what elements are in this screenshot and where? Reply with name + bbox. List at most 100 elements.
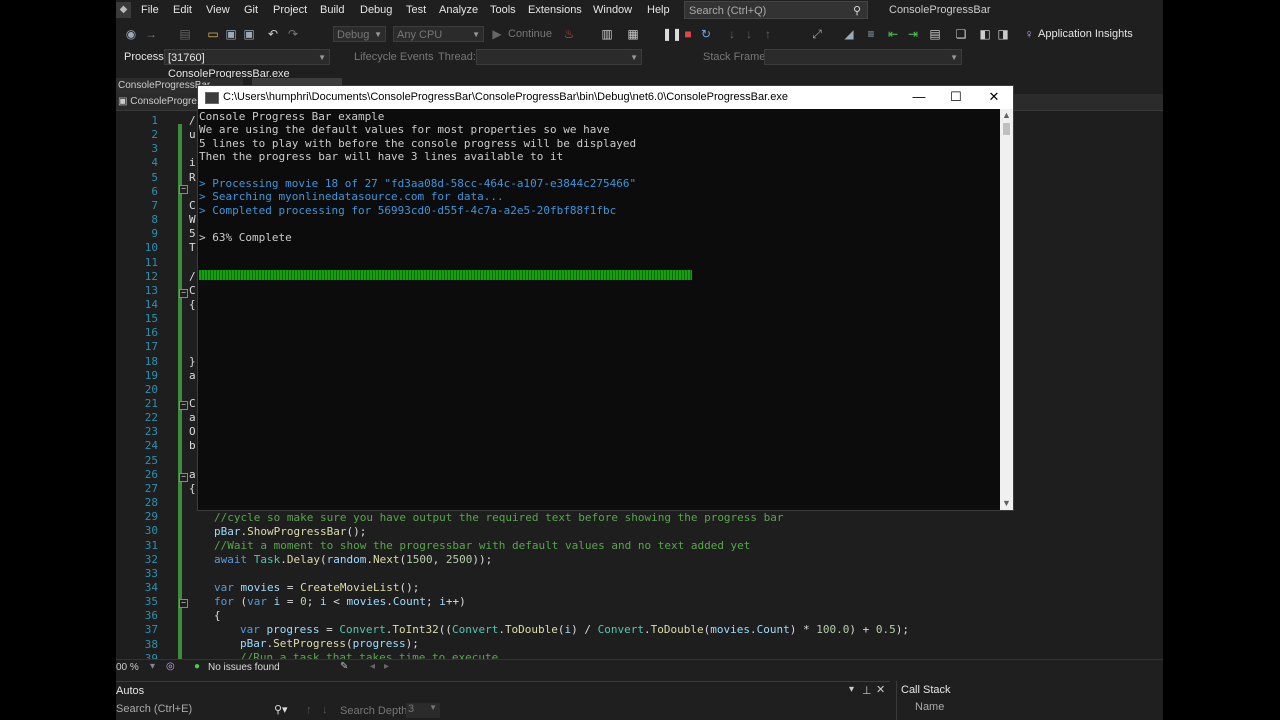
comment-icon[interactable]: ▤ <box>928 27 942 41</box>
scroll-up-icon[interactable]: ▲ <box>1000 109 1013 122</box>
fold-toggle-icon[interactable]: − <box>179 473 188 482</box>
new-item-icon[interactable]: ▤ <box>178 27 192 41</box>
stop-icon[interactable]: ■ <box>681 27 695 41</box>
comment: //cycle so make sure you have output the… <box>214 511 784 524</box>
stack-frame-dropdown[interactable]: ▼ <box>764 49 962 65</box>
forward-icon[interactable]: → <box>144 27 158 41</box>
process-dropdown[interactable]: [31760] ConsoleProgressBar.exe ▼ <box>164 49 330 80</box>
application-insights-button[interactable]: Application Insights <box>1038 28 1133 40</box>
check-circle-icon: ● <box>194 661 201 672</box>
zoom-level[interactable]: 00 % <box>116 662 139 673</box>
nav-project-dropdown[interactable]: ▣ ConsoleProgre <box>118 96 197 107</box>
brush-icon[interactable]: ✎ <box>340 661 348 672</box>
issues-status[interactable]: No issues found <box>208 662 280 673</box>
fold-toggle-icon[interactable]: − <box>179 289 188 298</box>
code-fragment: b <box>189 439 196 453</box>
menu-git[interactable]: Git <box>244 4 258 16</box>
keyword: var <box>247 595 267 608</box>
open-folder-icon[interactable]: ▭ <box>206 27 220 41</box>
call-stack-name-column[interactable]: Name <box>915 701 944 713</box>
search-input[interactable]: Search (Ctrl+Q) ⚲ <box>684 1 868 19</box>
scrollbar-thumb[interactable] <box>1003 123 1010 135</box>
menu-edit[interactable]: Edit <box>173 4 192 16</box>
console-scrollbar[interactable]: ▲ ▼ <box>1000 109 1013 510</box>
search-depth-dropdown[interactable]: 3 ▼ <box>406 703 440 718</box>
save-icon[interactable]: ▣ <box>224 27 238 41</box>
menu-window[interactable]: Window <box>593 4 632 16</box>
align-icon[interactable]: ≡ <box>864 27 878 41</box>
menu-help[interactable]: Help <box>647 4 670 16</box>
minimize-icon[interactable]: — <box>909 89 929 105</box>
outdent-icon[interactable]: ⇤ <box>886 27 900 41</box>
maximize-icon[interactable]: ☐ <box>946 89 966 105</box>
undo-icon[interactable]: ↶ <box>266 27 280 41</box>
menu-extensions[interactable]: Extensions <box>528 4 582 16</box>
line-number: 35 <box>144 595 158 609</box>
bookmark-next-icon[interactable]: ◨ <box>996 27 1010 41</box>
menu-file[interactable]: File <box>141 4 159 16</box>
chevron-down-icon[interactable]: ▾ <box>150 661 155 672</box>
configuration-dropdown[interactable]: Debug ▼ <box>333 26 386 42</box>
line-number: 25 <box>144 453 158 467</box>
fold-toggle-icon[interactable]: − <box>179 185 188 194</box>
bookmark-icon[interactable]: ❏ <box>954 27 968 41</box>
thread-dropdown[interactable]: ▼ <box>476 49 642 65</box>
search-placeholder: Search (Ctrl+Q) <box>689 5 767 17</box>
scroll-down-icon[interactable]: ▼ <box>1000 497 1013 510</box>
arrow-down-icon[interactable]: ↓ <box>322 704 328 716</box>
attach-icon[interactable]: ▥ <box>600 27 614 41</box>
menu-test[interactable]: Test <box>406 4 426 16</box>
lifecycle-events-button[interactable]: Lifecycle Events <box>354 51 433 63</box>
bookmark-prev-icon[interactable]: ◧ <box>978 27 992 41</box>
fold-toggle-icon[interactable]: − <box>179 599 188 608</box>
step-out-icon[interactable]: ↑ <box>761 27 775 41</box>
diagnostics-icon[interactable]: ⤢ <box>810 27 824 41</box>
line-number: 26 <box>144 467 158 481</box>
scroll-right-icon[interactable]: ▸ <box>384 661 389 672</box>
platform-dropdown[interactable]: Any CPU ▼ <box>393 26 484 42</box>
layout-icon[interactable]: ▦ <box>626 27 640 41</box>
close-icon[interactable]: ✕ <box>984 89 1004 105</box>
toolbar: ◉ → ▤ ▭ ▣ ▣ ↶ ↷ Debug ▼ Any CPU ▼ ▶ Cont… <box>116 22 1163 46</box>
indent-icon[interactable]: ⇥ <box>906 27 920 41</box>
chevron-down-icon: ▼ <box>318 53 326 62</box>
code-fragment: W <box>189 213 196 227</box>
save-all-icon[interactable]: ▣ <box>242 27 256 41</box>
console-output[interactable]: Console Progress Bar example We are usin… <box>198 109 1000 510</box>
redo-icon[interactable]: ↷ <box>286 27 300 41</box>
breakpoint-icon[interactable]: ◢ <box>842 27 856 41</box>
line-number: 9 <box>151 227 158 241</box>
hot-reload-icon[interactable]: ♨ <box>562 27 576 41</box>
platform-value: Any CPU <box>397 29 443 41</box>
menu-project[interactable]: Project <box>273 4 307 16</box>
back-icon[interactable]: ◉ <box>124 27 138 41</box>
autos-search-input[interactable]: Search (Ctrl+E) ⚲▾ <box>116 703 296 719</box>
dropdown-icon[interactable]: ▾ <box>849 684 854 695</box>
close-icon[interactable]: ✕ <box>876 683 885 696</box>
menu-debug[interactable]: Debug <box>360 4 392 16</box>
copilot-icon[interactable]: ◎ <box>166 661 175 672</box>
menu-tools[interactable]: Tools <box>490 4 516 16</box>
step-over-icon[interactable]: ↓ <box>725 27 739 41</box>
configuration-value: Debug <box>337 29 370 41</box>
fold-toggle-icon[interactable]: − <box>179 401 188 410</box>
keyword: await <box>214 553 248 566</box>
code-fragment: O <box>189 425 196 439</box>
arrow-up-icon[interactable]: ↑ <box>306 704 312 716</box>
scroll-left-icon[interactable]: ◂ <box>370 661 375 672</box>
identifier: progress <box>266 623 320 636</box>
menu-view[interactable]: View <box>206 4 230 16</box>
restart-icon[interactable]: ↻ <box>699 27 713 41</box>
search-depth-label: Search Depth: <box>340 705 411 717</box>
code-fragment: R <box>189 170 196 184</box>
visual-studio-logo-icon[interactable]: ◆ <box>116 2 131 18</box>
continue-button[interactable]: Continue <box>508 28 552 40</box>
pin-icon[interactable]: ⊥ <box>862 684 872 697</box>
method-name: CreateMovieList <box>300 581 400 594</box>
menu-analyze[interactable]: Analyze <box>439 4 478 16</box>
step-into-icon[interactable]: ↓ <box>742 27 756 41</box>
pause-icon[interactable]: ❚❚ <box>662 27 682 41</box>
code-fragment: i <box>189 156 196 170</box>
continue-icon[interactable]: ▶ <box>490 27 504 41</box>
menu-build[interactable]: Build <box>320 4 344 16</box>
